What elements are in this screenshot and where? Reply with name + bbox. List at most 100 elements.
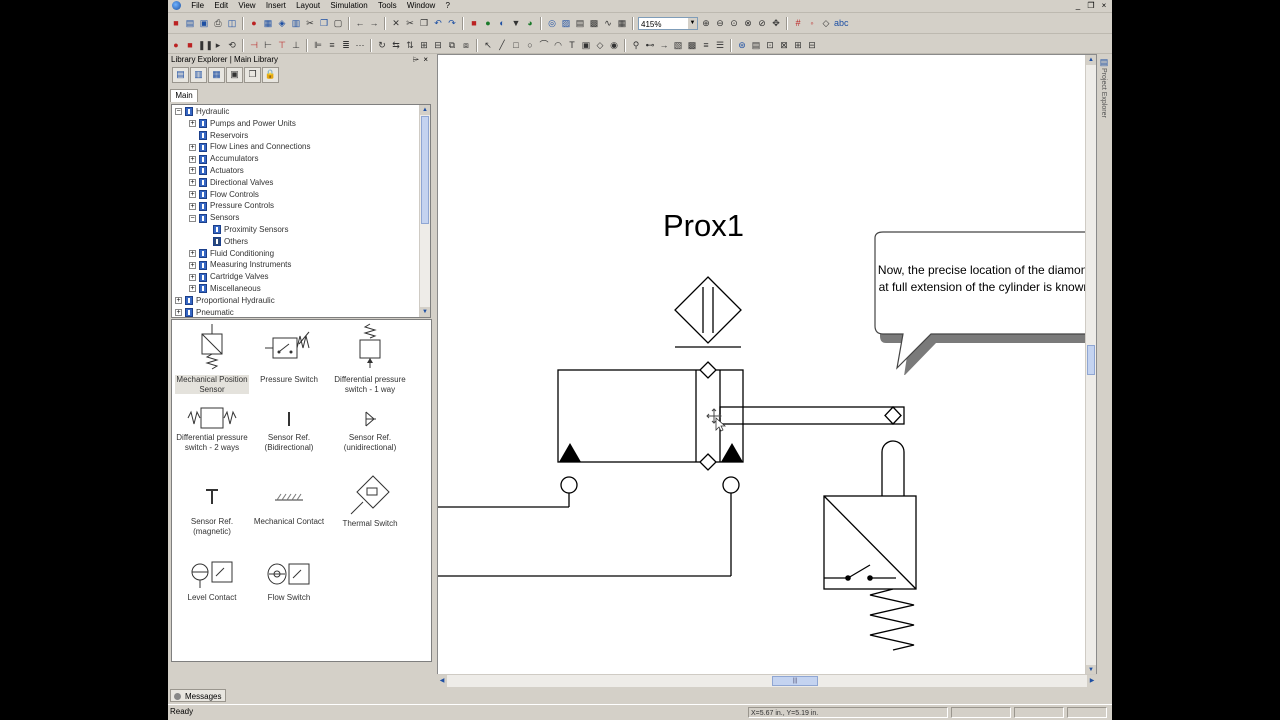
copy-library-icon[interactable]: ❐ <box>244 67 261 83</box>
minimize-button[interactable]: _ <box>1072 0 1084 11</box>
pause-icon[interactable]: ◐ <box>496 17 508 29</box>
tree-node[interactable]: Proximity Sensors <box>203 224 288 236</box>
report-icon[interactable]: ▤ <box>574 17 586 29</box>
record-icon[interactable]: ● <box>170 39 182 51</box>
graph-icon[interactable]: ▩ <box>588 17 600 29</box>
tree-node[interactable]: + Actuators <box>189 165 244 177</box>
menu-help[interactable]: ? <box>442 0 454 12</box>
gallery-item-sensor-ref-magnetic[interactable]: Sensor Ref. (magnetic) <box>175 482 249 536</box>
tree-node[interactable]: + Pumps and Power Units <box>189 118 296 130</box>
arc-icon[interactable]: ◠ <box>552 39 564 51</box>
component-icon[interactable]: ◈ <box>276 17 288 29</box>
measure-icon[interactable]: ◎ <box>546 17 558 29</box>
expand-icon[interactable]: + <box>189 202 196 210</box>
expand-icon[interactable]: + <box>189 155 196 163</box>
back-icon[interactable]: ← <box>354 17 366 29</box>
curve-icon[interactable]: ∿ <box>602 17 614 29</box>
expand-icon[interactable]: + <box>175 297 182 305</box>
scroll-thumb[interactable] <box>421 116 429 224</box>
expand-icon[interactable]: + <box>189 285 196 293</box>
dimension-icon[interactable]: ⊷ <box>644 39 656 51</box>
scroll-down-icon[interactable]: ▼ <box>420 307 430 317</box>
gallery-item-level-contact[interactable]: Level Contact <box>175 558 249 603</box>
collapse-icon[interactable]: − <box>175 108 182 116</box>
tree-node[interactable]: + Measuring Instruments <box>189 259 291 271</box>
library-icon[interactable]: ▥ <box>290 17 302 29</box>
group-icon[interactable]: ⊞ <box>418 39 430 51</box>
gallery-item-sensor-ref-unidirectional[interactable]: Sensor Ref. (unidirectional) <box>328 404 412 452</box>
line-icon[interactable]: ╱ <box>496 39 508 51</box>
tree-node[interactable]: + Miscellaneous <box>189 283 261 295</box>
zoom-select[interactable]: 415% ▼ <box>638 16 698 30</box>
close-button[interactable]: × <box>1098 0 1110 11</box>
gallery-item-mechanical-position-sensor[interactable]: Mechanical Position Sensor <box>175 322 249 394</box>
menu-tools[interactable]: Tools <box>374 0 401 12</box>
expand-icon[interactable]: + <box>189 143 196 151</box>
copy2-icon[interactable]: ❐ <box>418 17 430 29</box>
tree-node[interactable]: Others <box>203 236 248 248</box>
proximity-sensor-symbol[interactable] <box>674 276 742 344</box>
add-library-icon[interactable]: ▥ <box>190 67 207 83</box>
options-icon[interactable]: ⊟ <box>806 39 818 51</box>
gallery-item-mechanical-contact[interactable]: Mechanical Contact <box>252 482 326 527</box>
tree-node[interactable]: + Cartridge Valves <box>189 271 269 283</box>
plot-icon[interactable]: ▨ <box>560 17 572 29</box>
zoom-fit-icon[interactable]: ⊙ <box>728 17 740 29</box>
cylinder-rod[interactable] <box>719 406 905 425</box>
zoom-out-icon[interactable]: ⊖ <box>714 17 726 29</box>
canvas-vscrollbar[interactable]: ▲ ▼ <box>1085 55 1096 675</box>
back-order-icon[interactable]: ⧈ <box>460 39 472 51</box>
paste-icon[interactable]: ▢ <box>332 17 344 29</box>
expand-icon[interactable]: + <box>189 273 196 281</box>
line-weight-icon[interactable]: ☰ <box>714 39 726 51</box>
image-icon[interactable]: ▣ <box>580 39 592 51</box>
canvas-hscrollbar[interactable]: ◀ ||| ▶ <box>437 674 1097 687</box>
tree-node[interactable]: + Pneumatic <box>175 307 234 317</box>
layers-icon[interactable]: ▤ <box>750 39 762 51</box>
link-icon[interactable]: ⚲ <box>630 39 642 51</box>
flip-h-icon[interactable]: ⇆ <box>390 39 402 51</box>
distribute-icon[interactable]: ⋯ <box>354 39 366 51</box>
ungroup-icon[interactable]: ⊟ <box>432 39 444 51</box>
close-panel-icon[interactable]: × <box>423 54 428 65</box>
tree-node[interactable]: + Flow Controls <box>189 189 259 201</box>
gallery-item-differential-pressure-switch-2ways[interactable]: Differential pressure switch - 2 ways <box>175 404 249 452</box>
align-right-icon[interactable]: ≣ <box>340 39 352 51</box>
save-library-icon[interactable]: ▣ <box>226 67 243 83</box>
print-preview-icon[interactable]: ◫ <box>226 17 238 29</box>
open-library-icon[interactable]: ▤ <box>172 67 189 83</box>
tree-scrollbar[interactable]: ▲ ▼ <box>419 105 430 317</box>
arrow-icon[interactable]: → <box>658 39 670 51</box>
menu-simulation[interactable]: Simulation <box>326 0 371 12</box>
simulate-icon[interactable]: ● <box>248 17 260 29</box>
align-center-icon[interactable]: ≡ <box>326 39 338 51</box>
fill-icon[interactable]: ▩ <box>686 39 698 51</box>
tree-node[interactable]: − Hydraulic <box>175 106 229 118</box>
redo-icon[interactable]: ↷ <box>446 17 458 29</box>
scroll-up-icon[interactable]: ▲ <box>1086 55 1096 65</box>
canvas-hthumb[interactable]: ||| <box>772 676 818 686</box>
new-icon[interactable]: ■ <box>170 17 182 29</box>
connect-icon[interactable]: ⊥ <box>290 39 302 51</box>
scroll-right-icon[interactable]: ▶ <box>1087 675 1097 687</box>
stop-record-icon[interactable]: ■ <box>184 39 196 51</box>
project-explorer-strip[interactable]: ▤ Project Explorer <box>1097 54 1111 674</box>
delete-icon[interactable]: ✕ <box>390 17 402 29</box>
tree-node[interactable]: + Accumulators <box>189 153 258 165</box>
menu-insert[interactable]: Insert <box>262 0 290 12</box>
tree-node[interactable]: + Fluid Conditioning <box>189 248 274 260</box>
tree-node[interactable]: Reservoirs <box>189 130 248 142</box>
step-record-icon[interactable]: ▸ <box>212 39 224 51</box>
tree-node[interactable]: + Directional Valves <box>189 177 273 189</box>
cut2-icon[interactable]: ✂ <box>404 17 416 29</box>
step-icon[interactable]: ▼ <box>510 17 522 29</box>
print-icon[interactable]: ⎙ <box>212 17 224 29</box>
probe-icon[interactable]: ⊤ <box>276 39 288 51</box>
field-icon[interactable]: ⊡ <box>764 39 776 51</box>
lock-icon[interactable]: 🔒 <box>262 67 279 83</box>
diamond-icon[interactable]: ◇ <box>594 39 606 51</box>
zoom-window-icon[interactable]: ▦ <box>262 17 274 29</box>
gallery-item-thermal-switch[interactable]: Thermal Switch <box>328 474 412 529</box>
save-icon[interactable]: ▣ <box>198 17 210 29</box>
menu-file[interactable]: File <box>187 0 208 12</box>
